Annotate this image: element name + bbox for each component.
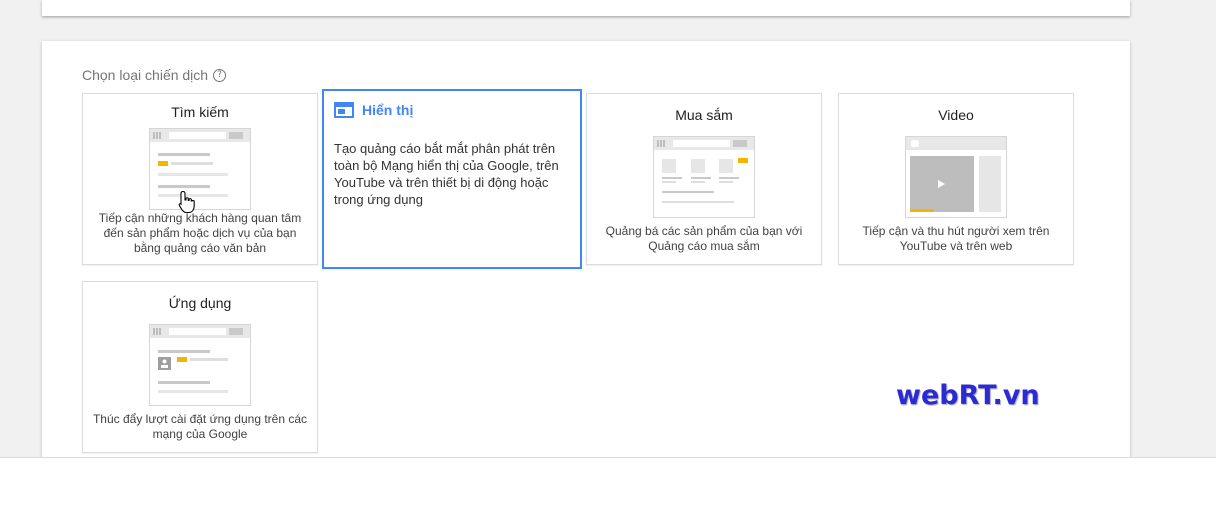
bottom-bar bbox=[0, 457, 1216, 505]
shopping-ad-illustration-icon bbox=[653, 136, 755, 218]
tile-title: Mua sắm bbox=[675, 107, 733, 123]
tile-title: Hiển thị bbox=[362, 102, 414, 118]
tile-description: Tiếp cận và thu hút người xem trên YouTu… bbox=[862, 224, 1050, 253]
campaign-type-video[interactable]: Video Tiếp cận và thu hút người xem trên… bbox=[838, 93, 1074, 265]
watermark-text: webRT.vn bbox=[896, 380, 1040, 411]
tile-description: Thúc đẩy lượt cài đặt ứng dụng trên các … bbox=[92, 412, 308, 441]
campaign-type-app[interactable]: Ứng dụng Thúc đẩy lượt cài đặt ứng dụng … bbox=[82, 281, 318, 453]
campaign-type-search[interactable]: Tìm kiếm Tiếp cận những khách hàng quan … bbox=[82, 93, 318, 265]
app-ad-illustration-icon bbox=[149, 324, 251, 406]
display-layout-icon bbox=[334, 102, 354, 118]
tile-header: Hiển thị bbox=[334, 102, 413, 118]
campaign-type-label: Chọn loại chiến dịch ? bbox=[82, 67, 227, 83]
hand-pointer-cursor-icon bbox=[178, 190, 195, 214]
tile-title: Ứng dụng bbox=[168, 295, 232, 311]
tile-title: Tìm kiếm bbox=[171, 104, 229, 120]
previous-section-card bbox=[42, 0, 1130, 16]
tile-description: Quảng bá các sản phẩm của bạn với Quảng … bbox=[605, 224, 803, 253]
help-circle-icon[interactable]: ? bbox=[213, 68, 227, 82]
video-ad-illustration-icon bbox=[905, 136, 1007, 218]
tile-title: Video bbox=[938, 107, 974, 123]
search-ad-illustration-icon bbox=[149, 128, 251, 210]
tile-description: Tạo quảng cáo bắt mắt phân phát trên toà… bbox=[334, 141, 559, 207]
tile-description: Tiếp cận những khách hàng quan tâm đến s… bbox=[98, 211, 302, 255]
campaign-type-display[interactable]: Hiển thị Tạo quảng cáo bắt mắt phân phát… bbox=[322, 89, 582, 269]
campaign-type-shopping[interactable]: Mua sắm Quảng bá các sản phẩm của bạn vớ… bbox=[586, 93, 822, 265]
